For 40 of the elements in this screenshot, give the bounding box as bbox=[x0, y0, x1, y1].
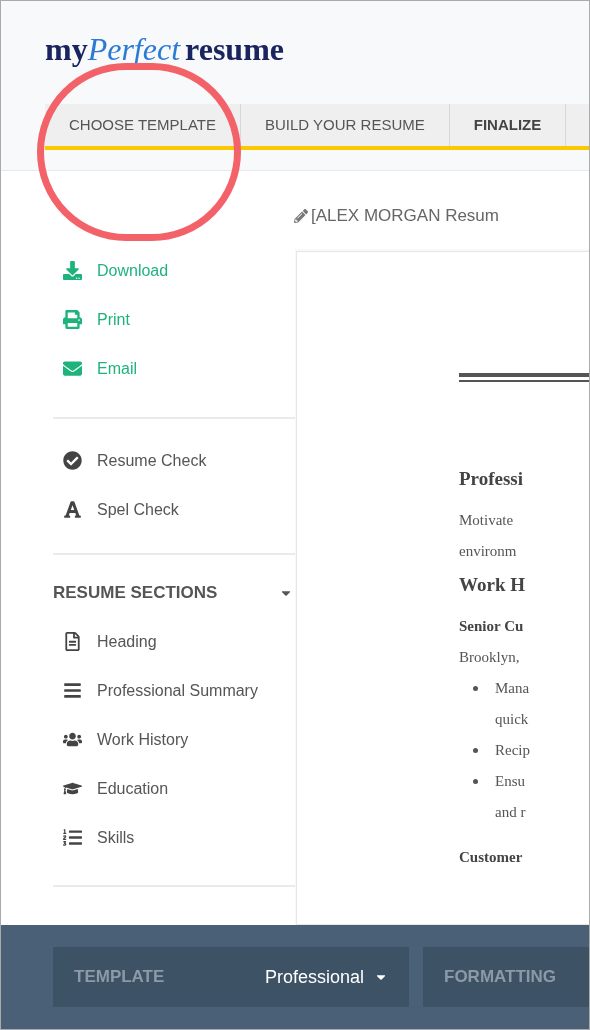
resume-text: environm bbox=[459, 542, 517, 561]
lines-icon bbox=[63, 681, 82, 700]
resume-text: Brooklyn, bbox=[459, 648, 520, 667]
sidebar-item[interactable]: Work History bbox=[53, 715, 294, 764]
printer-icon bbox=[63, 310, 82, 329]
sidebar-item[interactable]: Resume Check bbox=[53, 436, 294, 485]
resume-text: Recip bbox=[495, 741, 530, 760]
resume-job-title: Customer bbox=[459, 848, 523, 867]
pencil-icon bbox=[294, 209, 308, 223]
step-tab[interactable]: CHOOSE TEMPLATE bbox=[45, 104, 241, 146]
envelope-icon bbox=[63, 359, 82, 378]
resume-text: and r bbox=[495, 804, 526, 820]
letter-icon bbox=[63, 500, 82, 519]
resume-text: quick bbox=[495, 711, 529, 727]
template-panel[interactable]: TEMPLATE Professional bbox=[53, 947, 409, 1007]
sections-header[interactable]: RESUME SECTIONS bbox=[53, 569, 293, 617]
bullet-icon bbox=[473, 779, 478, 784]
step-tab[interactable]: FINALIZE bbox=[449, 104, 567, 146]
download-icon bbox=[63, 261, 82, 280]
bullet-icon bbox=[473, 748, 478, 753]
resume-heading: Professi bbox=[459, 467, 525, 491]
sidebar-item[interactable]: Professional Summary bbox=[53, 666, 294, 715]
resume-text: Motivate bbox=[459, 511, 514, 530]
sidebar-item[interactable]: Spel Check bbox=[53, 485, 294, 534]
bullet-icon bbox=[473, 686, 478, 691]
resume-job-title: Senior Cu bbox=[459, 617, 524, 636]
document-icon bbox=[63, 632, 82, 651]
resume-text: Ensu bbox=[495, 772, 525, 791]
sidebar-item[interactable]: Education bbox=[53, 764, 294, 813]
resume-text: Mana bbox=[495, 679, 530, 698]
template-label: TEMPLATE bbox=[74, 966, 165, 989]
people-icon bbox=[63, 730, 82, 749]
sidebar-item[interactable]: Heading bbox=[53, 617, 294, 666]
step-tab[interactable]: BUILD YOUR RESUME bbox=[241, 104, 450, 146]
logo[interactable]: myPerfectresume bbox=[45, 25, 284, 65]
template-dropdown[interactable]: Professional bbox=[264, 963, 388, 991]
resume-heading: Work H bbox=[459, 573, 526, 597]
numbered-list-icon bbox=[63, 828, 82, 847]
document-title[interactable]: [ALEX MORGAN Resum bbox=[294, 205, 589, 227]
sidebar-item[interactable]: Skills bbox=[53, 813, 294, 862]
